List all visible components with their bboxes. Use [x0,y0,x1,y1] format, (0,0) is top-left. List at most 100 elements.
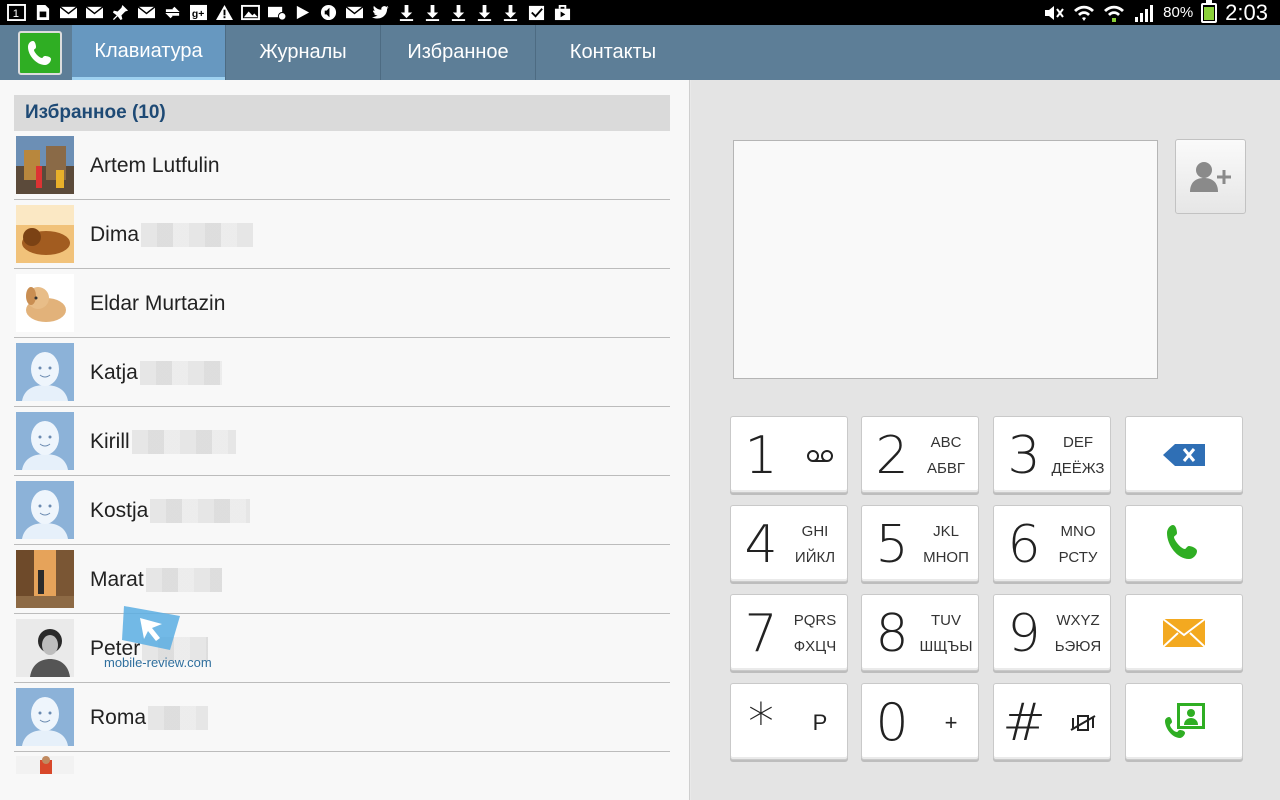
key-letters-cyrillic: ЬЭЮЯ [1054,638,1102,655]
contact-photo [16,756,74,774]
default-avatar-icon [16,481,74,539]
play-icon [292,3,313,22]
contact-name: Katja [90,338,222,407]
backspace-button[interactable] [1125,416,1243,493]
key-3[interactable]: 3 DEF ДЕЁЖЗ [993,416,1111,493]
key-digit: 5 [875,514,909,575]
contact-row[interactable]: Dima [14,200,670,269]
tab-contacts[interactable]: Контакты [536,25,690,80]
favorites-header: Избранное (10) [14,95,670,131]
key-2[interactable]: 2 ABC АБВГ [861,416,979,493]
wifi-icon [1074,5,1095,21]
call-button[interactable] [1125,505,1243,582]
contact-row[interactable]: Artem Lutfulin [14,131,670,200]
key-9[interactable]: 9 WXYZ ЬЭЮЯ [993,594,1111,671]
redacted-surname [141,222,254,247]
contact-row[interactable]: Roma [14,683,670,752]
key-letters-latin: ABC [930,434,962,451]
contact-photo [16,136,74,194]
number-display[interactable] [733,140,1158,379]
battery-percent: 80% [1163,4,1194,21]
key-hash[interactable]: # [993,683,1111,760]
image-icon [240,3,261,22]
call-icon [1167,524,1197,559]
contact-row[interactable]: Katja [14,338,670,407]
key-digit: 6 [1007,514,1041,575]
key-digit: * [748,692,774,753]
key-letters-cyrillic: ШЩЪЫ [919,638,973,655]
sim-card-icon [32,3,53,22]
contact-row[interactable]: Eldar Murtazin [14,269,670,338]
key-4[interactable]: 4 GHI ИЙКЛ [730,505,848,582]
mail-at-icon [266,3,287,22]
mute-icon [1045,5,1064,20]
cell-signal-icon [1135,4,1154,22]
key-letters-cyrillic: РСТУ [1058,549,1098,566]
video-call-button[interactable] [1125,683,1243,760]
phone-app-icon[interactable] [18,31,62,75]
download-icon [396,3,417,22]
contact-photo [16,619,74,677]
key-letters-latin: MNO [1060,523,1096,540]
key-letters-latin: TUV [931,612,961,629]
key-letters-latin: GHI [801,523,829,540]
contact-row[interactable]: Kirill [14,407,670,476]
status-bar: 1 g+ 80% 2:03 [0,0,1280,25]
voicemail-icon [795,417,845,494]
key-letters-cyrillic: ФХЦЧ [793,638,837,655]
redacted-surname [145,567,222,592]
contact-row[interactable]: Kostja [14,476,670,545]
svg-text:g+: g+ [192,9,204,20]
tab-keypad[interactable]: Клавиатура [72,25,225,80]
key-digit: 8 [875,603,909,664]
bag-icon [552,3,573,22]
favorites-panel: Избранное (10) Artem Lutfulin Dima Eldar… [0,80,690,800]
download-icon [500,3,521,22]
key-digit: # [1002,692,1046,753]
vibrate-mute-icon [1058,684,1108,761]
contact-photo [16,550,74,608]
wifi-signal-icon [1104,5,1125,22]
tab-bar: Клавиатура Журналы Избранное Контакты [0,25,1280,80]
dialer-panel: 1 2 ABC АБВГ 3 DEF ДЕЁЖЗ 4 GHI ИЙКЛ 5 JK… [691,80,1280,800]
download-icon [422,3,443,22]
contact-name: Dima [90,200,254,269]
contact-name: Kostja [90,476,251,545]
contact-name: Artem Lutfulin [90,153,220,177]
message-button[interactable] [1125,594,1243,671]
key-star[interactable]: * P [730,683,848,760]
contact-name: Roma [90,683,209,752]
backspace-icon [1163,443,1205,466]
warning-icon [214,3,235,22]
key-digit: 1 [744,425,778,486]
key-0[interactable]: 0 + [861,683,979,760]
redacted-surname [148,705,209,730]
key-pause-label: P [812,709,828,735]
svg-text:1: 1 [13,8,19,20]
twitter-icon [370,3,391,22]
key-7[interactable]: 7 PQRS ФХЦЧ [730,594,848,671]
key-letters-cyrillic: ИЙКЛ [794,549,836,566]
key-letters-latin: PQRS [793,612,837,629]
contact-photo [16,205,74,263]
battery-icon [1201,0,1218,23]
key-5[interactable]: 5 JKL МНОП [861,505,979,582]
tab-logs-label: Журналы [259,41,347,63]
download-icon [448,3,469,22]
tab-logs[interactable]: Журналы [226,25,380,80]
contact-name: Eldar Murtazin [90,291,226,315]
notification-icons[interactable]: 1 g+ [6,2,573,23]
add-contact-button[interactable] [1175,139,1246,214]
watermark-logo [122,606,180,650]
key-letters-cyrillic: АБВГ [927,460,965,477]
message-icon [1162,617,1206,648]
video-call-icon [1165,702,1205,738]
key-8[interactable]: 8 TUV ШЩЪЫ [861,594,979,671]
tab-favorites[interactable]: Избранное [381,25,535,80]
sim-1-icon: 1 [6,3,27,22]
key-1[interactable]: 1 [730,416,848,493]
contact-photo [16,274,74,332]
redacted-surname [131,429,236,454]
key-6[interactable]: 6 MNO РСТУ [993,505,1111,582]
default-avatar-icon [16,688,74,746]
